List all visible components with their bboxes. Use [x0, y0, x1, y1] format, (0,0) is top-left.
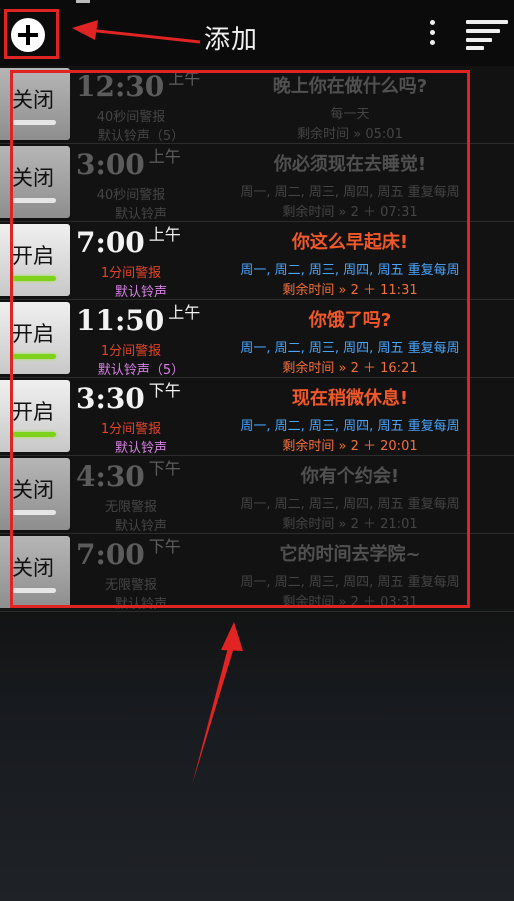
annotation-arrow-line: [192, 640, 236, 785]
alarm-list-highlight: [10, 70, 470, 608]
add-button-highlight: [4, 9, 59, 59]
add-label[interactable]: 添加: [204, 19, 258, 56]
sort-lines-icon[interactable]: [466, 20, 508, 50]
top-bar: 添加: [0, 0, 514, 66]
kebab-menu-icon[interactable]: [424, 18, 442, 48]
annotation-arrowhead: [221, 622, 243, 651]
status-bar-stub: [76, 0, 90, 3]
